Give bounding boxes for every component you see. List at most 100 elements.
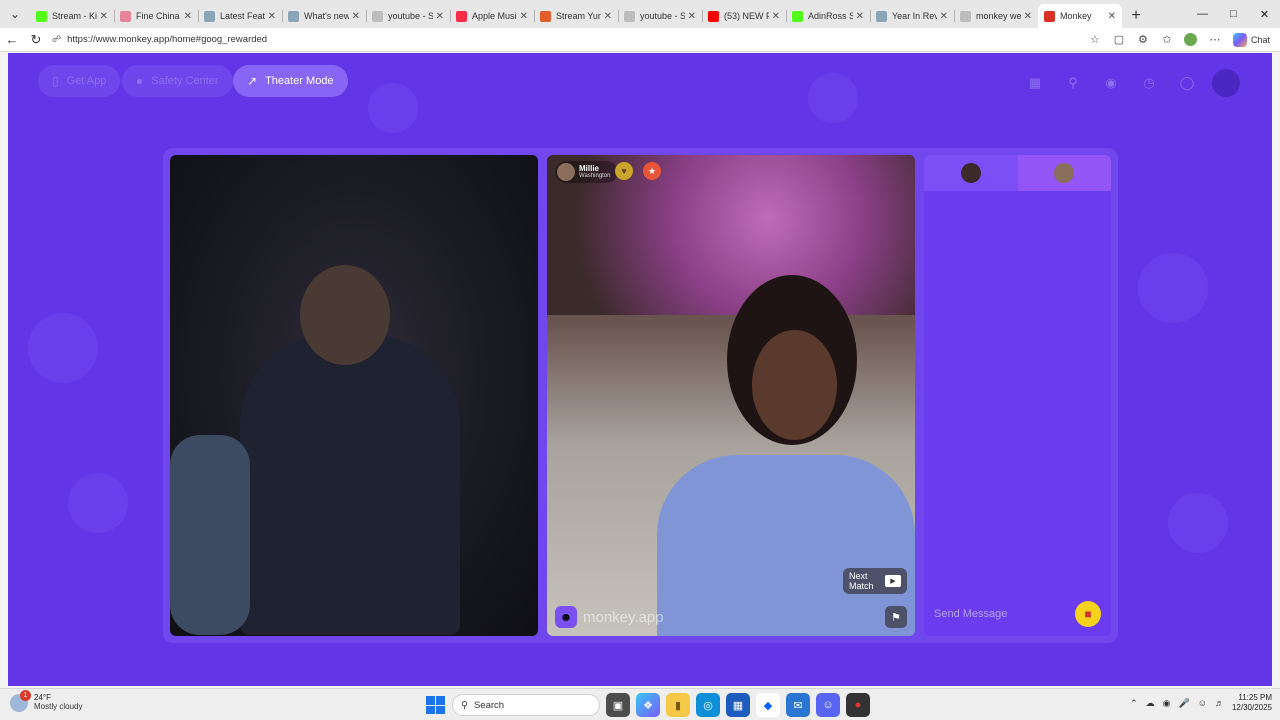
browser-tab[interactable]: What's new i✕ [282,4,366,28]
user-avatar[interactable] [1212,69,1240,97]
more-options-icon[interactable]: ⋯ [1203,28,1227,52]
tab-favicon-icon [708,10,719,22]
clock[interactable]: 11:25 PM 12/30/2025 [1232,693,1272,713]
search-icon[interactable]: ⚲ [1060,70,1086,96]
report-button[interactable]: ⚑ [885,606,907,628]
tab-close-icon[interactable]: ✕ [1108,11,1116,22]
back-button[interactable]: ← [0,28,24,52]
browser-tab[interactable]: Monkey ✕ [1038,4,1122,28]
start-button[interactable] [424,694,446,716]
tab-close-icon[interactable]: ✕ [436,11,444,22]
tab-close-icon[interactable]: ✕ [268,11,276,22]
tab-close-icon[interactable]: ✕ [856,11,864,22]
tab-title: youtube - Se [640,11,685,21]
file-explorer-icon[interactable]: ▮ [666,693,690,717]
edge-icon[interactable]: ◎ [696,693,720,717]
tab-close-icon[interactable]: ✕ [352,11,360,22]
extensions-icon[interactable]: ⚙ [1131,28,1155,52]
browser-tab[interactable]: youtube - Se✕ [366,4,450,28]
tab-close-icon[interactable]: ✕ [1024,11,1032,22]
tab-favicon-icon [372,10,383,22]
friends-icon[interactable]: ◉ [1098,70,1124,96]
browser-tab[interactable]: AdinRoss Str✕ [786,4,870,28]
theater-mode-button[interactable]: ↗ Theater Mode [233,65,348,97]
safety-center-label: Safety Center [151,75,219,87]
heart-badge-icon[interactable]: ♥ [615,162,633,180]
tab-title: Monkey [1060,11,1092,21]
tab-close-icon[interactable]: ✕ [940,11,948,22]
tray-overflow-icon[interactable]: ⌃ [1130,698,1138,709]
browser-tab[interactable]: (53) NEW Ful✕ [702,4,786,28]
address-bar-row: ← ↻ ☍ https://www.monkey.app/home#goog_r… [0,28,1280,52]
search-icon: ⚲ [461,699,468,711]
task-view-icon[interactable]: ▣ [606,693,630,717]
volume-icon[interactable]: ♬ [1215,698,1224,708]
top-navigation: ▯ Get App ● Safety Center ↗ Theater Mode… [8,65,1272,101]
tab-close-icon[interactable]: ✕ [604,11,612,22]
copilot-chat-button[interactable]: Chat [1227,32,1280,47]
onedrive-icon[interactable]: ☁ [1146,698,1155,709]
browser-tab[interactable]: Stream Yung✕ [534,4,618,28]
tab-close-icon[interactable]: ✕ [184,11,192,22]
browser-tab[interactable]: Apple Music ✕ [450,4,534,28]
partner-info: Millie Washington [579,164,610,180]
tab-title: monkey web [976,11,1021,21]
header-icons: ▦ ⚲ ◉ ◷ ◯ [1022,69,1240,97]
gift-button[interactable]: ■ [1075,601,1101,627]
send-message-input[interactable] [934,608,1064,620]
store-icon[interactable]: ▦ [726,693,750,717]
tab-favicon-icon [120,10,131,22]
taskbar-search[interactable]: ⚲ Search [452,694,600,716]
next-match-button[interactable]: Next Match ▶ [843,568,907,594]
expand-icon: ↗ [247,74,258,88]
browser-tab[interactable]: monkey web✕ [954,4,1038,28]
browser-tab[interactable]: Fine China - ✕ [114,4,198,28]
tab-close-icon[interactable]: ✕ [688,11,696,22]
maximize-button[interactable]: □ [1218,0,1249,28]
taskbar: 1 24°F Mostly cloudy ⚲ Search ▣ ❖ ▮ ◎ ▦ … [0,688,1280,720]
outlook-icon[interactable]: ✉ [786,693,810,717]
tab-close-icon[interactable]: ✕ [520,11,528,22]
copilot-app-icon[interactable]: ❖ [636,693,660,717]
address-bar[interactable]: ☍ https://www.monkey.app/home#goog_rewar… [52,30,1077,50]
discord-icon[interactable]: ☺ [816,693,840,717]
tab-title: Fine China - [136,11,181,21]
minimize-button[interactable]: — [1187,0,1218,28]
site-info-icon[interactable]: ☍ [52,34,61,45]
browser-tab[interactable]: Year In Revie✕ [870,4,954,28]
self-video [170,155,538,636]
refresh-button[interactable]: ↻ [24,28,48,52]
video-icon[interactable]: ▢ [1107,28,1131,52]
chat-tab-self[interactable] [924,155,1018,191]
messages-icon[interactable]: ◯ [1174,70,1200,96]
history-icon[interactable]: ◷ [1136,70,1162,96]
app-icon[interactable]: ● [846,693,870,717]
tab-close-icon[interactable]: ✕ [100,11,108,22]
new-tab-button[interactable]: + [1122,4,1150,28]
get-app-label: Get App [66,75,107,87]
partner-tag[interactable]: Millie Washington [555,161,619,183]
get-app-button[interactable]: ▯ Get App [38,65,121,97]
wifi-icon[interactable]: ☺ [1198,698,1207,708]
favorite-star-icon[interactable]: ☆ [1083,28,1107,52]
browser-tab[interactable]: Latest Featur✕ [198,4,282,28]
tab-favicon-icon [960,10,971,22]
gift-badge-icon[interactable]: ★ [643,162,661,180]
self-pillow [170,435,250,635]
taskbar-search-label: Search [473,699,505,711]
dropbox-icon[interactable]: ◆ [756,693,780,717]
microphone-icon[interactable]: 🎤 [1179,698,1190,709]
tab-close-icon[interactable]: ✕ [772,11,780,22]
shop-icon[interactable]: ▦ [1022,70,1048,96]
favorites-icon[interactable]: ✩ [1155,28,1179,52]
tab-actions-button[interactable]: ⌄ [0,0,30,28]
close-window-button[interactable]: ✕ [1249,0,1280,28]
chat-tab-partner[interactable] [1017,155,1111,191]
browser-tab[interactable]: Stream - Kick✕ [30,4,114,28]
safety-center-button[interactable]: ● Safety Center [122,65,233,97]
profile-icon[interactable] [1179,28,1203,52]
network-icon[interactable]: ◉ [1163,698,1171,709]
browser-tab[interactable]: youtube - Se✕ [618,4,702,28]
weather-widget[interactable]: 1 24°F Mostly cloudy [10,689,82,712]
tab-title: Year In Revie [892,11,937,21]
